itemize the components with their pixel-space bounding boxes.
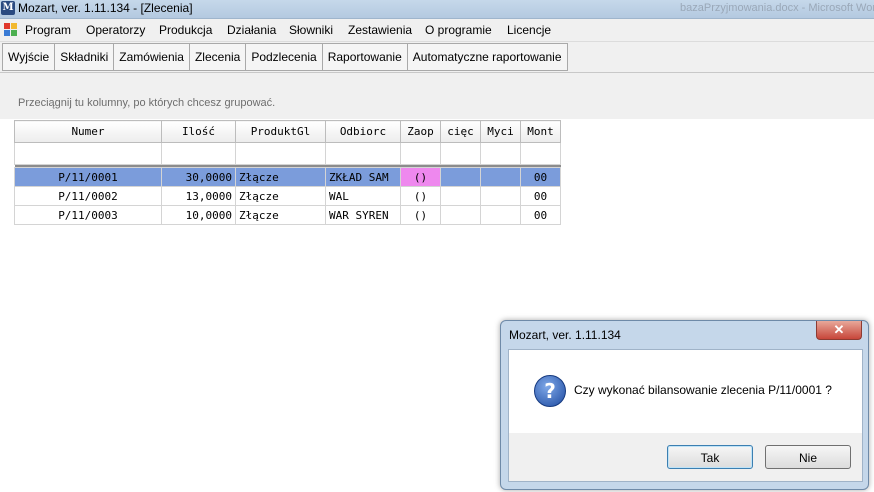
cell-myci[interactable] [480,167,521,187]
col-header-zaop[interactable]: Zaop [400,120,441,143]
menu-licencje[interactable]: Licencje [507,23,551,37]
cell-numer[interactable]: P/11/0003 [14,205,162,225]
menu-produkcja[interactable]: Produkcja [159,23,212,37]
filter-cell-myci[interactable] [480,142,521,165]
zamowienia-button[interactable]: Zamówienia [114,44,190,70]
col-header-mont[interactable]: Mont [520,120,561,143]
cell-odbiorca[interactable]: WAR SYREN [325,205,401,225]
cell-produkt[interactable]: Złącze [235,205,326,225]
filter-cell-mont[interactable] [520,142,561,165]
wyjscie-button[interactable]: Wyjście [3,44,56,70]
cell-ilosc[interactable]: 10,0000 [161,205,236,225]
cell-ilosc[interactable]: 30,0000 [161,167,236,187]
col-header-ciec[interactable]: cięc [440,120,481,143]
col-header-odbiorc[interactable]: Odbiorc [325,120,401,143]
toolbar-button-group: Wyjście Składniki Zamówienia Zlecenia Po… [2,43,568,71]
filter-row [14,142,561,165]
cell-myci[interactable] [480,186,521,206]
cell-ciec[interactable] [440,167,481,187]
toolbar: Wyjście Składniki Zamówienia Zlecenia Po… [0,42,874,73]
table-row[interactable]: P/11/0002 13,0000 Złącze WAL () 00 [14,186,561,206]
table-row[interactable]: P/11/0001 30,0000 Złącze ZKŁAD SAM () 00 [14,167,561,187]
filter-cell-ciec[interactable] [440,142,481,165]
cell-mont[interactable]: 00 [520,186,561,206]
cell-mont[interactable]: 00 [520,167,561,187]
cell-produkt[interactable]: Złącze [235,186,326,206]
background-window-title: bazaPrzyjmowania.docx - Microsoft Word [680,2,874,14]
cell-numer[interactable]: P/11/0002 [14,186,162,206]
col-header-ilosc[interactable]: Ilość [161,120,236,143]
cell-odbiorca[interactable]: WAL [325,186,401,206]
window-title-bar[interactable]: M Mozart, ver. 1.11.134 - [Zlecenia] baz… [0,0,874,19]
orders-grid: Numer Ilość ProduktGl Odbiorc Zaop cięc … [14,120,561,225]
zlecenia-button[interactable]: Zlecenia [190,44,247,70]
cell-produkt[interactable]: Złącze [235,167,326,187]
filter-cell-produktgl[interactable] [235,142,326,165]
cell-zaop[interactable]: () [400,167,441,187]
dialog-title: Mozart, ver. 1.11.134 [509,328,621,342]
confirm-dialog: Mozart, ver. 1.11.134 ✕ ? Czy wykonać bi… [500,320,869,490]
menu-zestawienia[interactable]: Zestawienia [348,23,412,37]
col-header-numer[interactable]: Numer [14,120,162,143]
menu-program[interactable]: Program [25,23,71,37]
cell-ciec[interactable] [440,186,481,206]
nie-button[interactable]: Nie [765,445,851,469]
skladniki-button[interactable]: Składniki [55,44,115,70]
cell-numer[interactable]: P/11/0001 [14,167,162,187]
menu-slowniki[interactable]: Słowniki [289,23,333,37]
col-header-myci[interactable]: Myci [480,120,521,143]
automatyczne-raportowanie-button[interactable]: Automatyczne raportowanie [408,44,567,70]
filter-cell-numer[interactable] [14,142,162,165]
table-row[interactable]: P/11/0003 10,0000 Złącze WAR SYREN () 00 [14,205,561,225]
cell-zaop[interactable]: () [400,205,441,225]
filter-cell-odbiorc[interactable] [325,142,401,165]
cell-myci[interactable] [480,205,521,225]
menu-operatorzy[interactable]: Operatorzy [86,23,145,37]
cell-zaop[interactable]: () [400,186,441,206]
menu-dzialania[interactable]: Działania [227,23,276,37]
cell-ilosc[interactable]: 13,0000 [161,186,236,206]
group-by-panel[interactable]: Przeciągnij tu kolumny, po których chces… [0,73,874,119]
dialog-message: Czy wykonać bilansowanie zlecenia P/11/0… [574,383,832,397]
filter-cell-ilosc[interactable] [161,142,236,165]
grid-header-row: Numer Ilość ProduktGl Odbiorc Zaop cięc … [14,120,561,143]
group-by-hint: Przeciągnij tu kolumny, po których chces… [18,97,276,109]
mdi-child-icon[interactable] [4,23,18,37]
col-header-produktgl[interactable]: ProduktGl [235,120,326,143]
window-title: Mozart, ver. 1.11.134 - [Zlecenia] [18,1,193,15]
menu-bar: Program Operatorzy Produkcja Działania S… [0,19,874,42]
podzlecenia-button[interactable]: Podzlecenia [246,44,323,70]
tak-button[interactable]: Tak [667,445,753,469]
dialog-body: ? Czy wykonać bilansowanie zlecenia P/11… [508,349,863,434]
cell-ciec[interactable] [440,205,481,225]
question-icon: ? [534,375,566,407]
menu-o-programie[interactable]: O programie [425,23,492,37]
filter-cell-zaop[interactable] [400,142,441,165]
mozart-app-icon: M [1,1,15,15]
raportowanie-button[interactable]: Raportowanie [323,44,408,70]
close-icon[interactable]: ✕ [816,321,862,340]
cell-odbiorca[interactable]: ZKŁAD SAM [325,167,401,187]
cell-mont[interactable]: 00 [520,205,561,225]
dialog-footer: Tak Nie [508,433,863,482]
